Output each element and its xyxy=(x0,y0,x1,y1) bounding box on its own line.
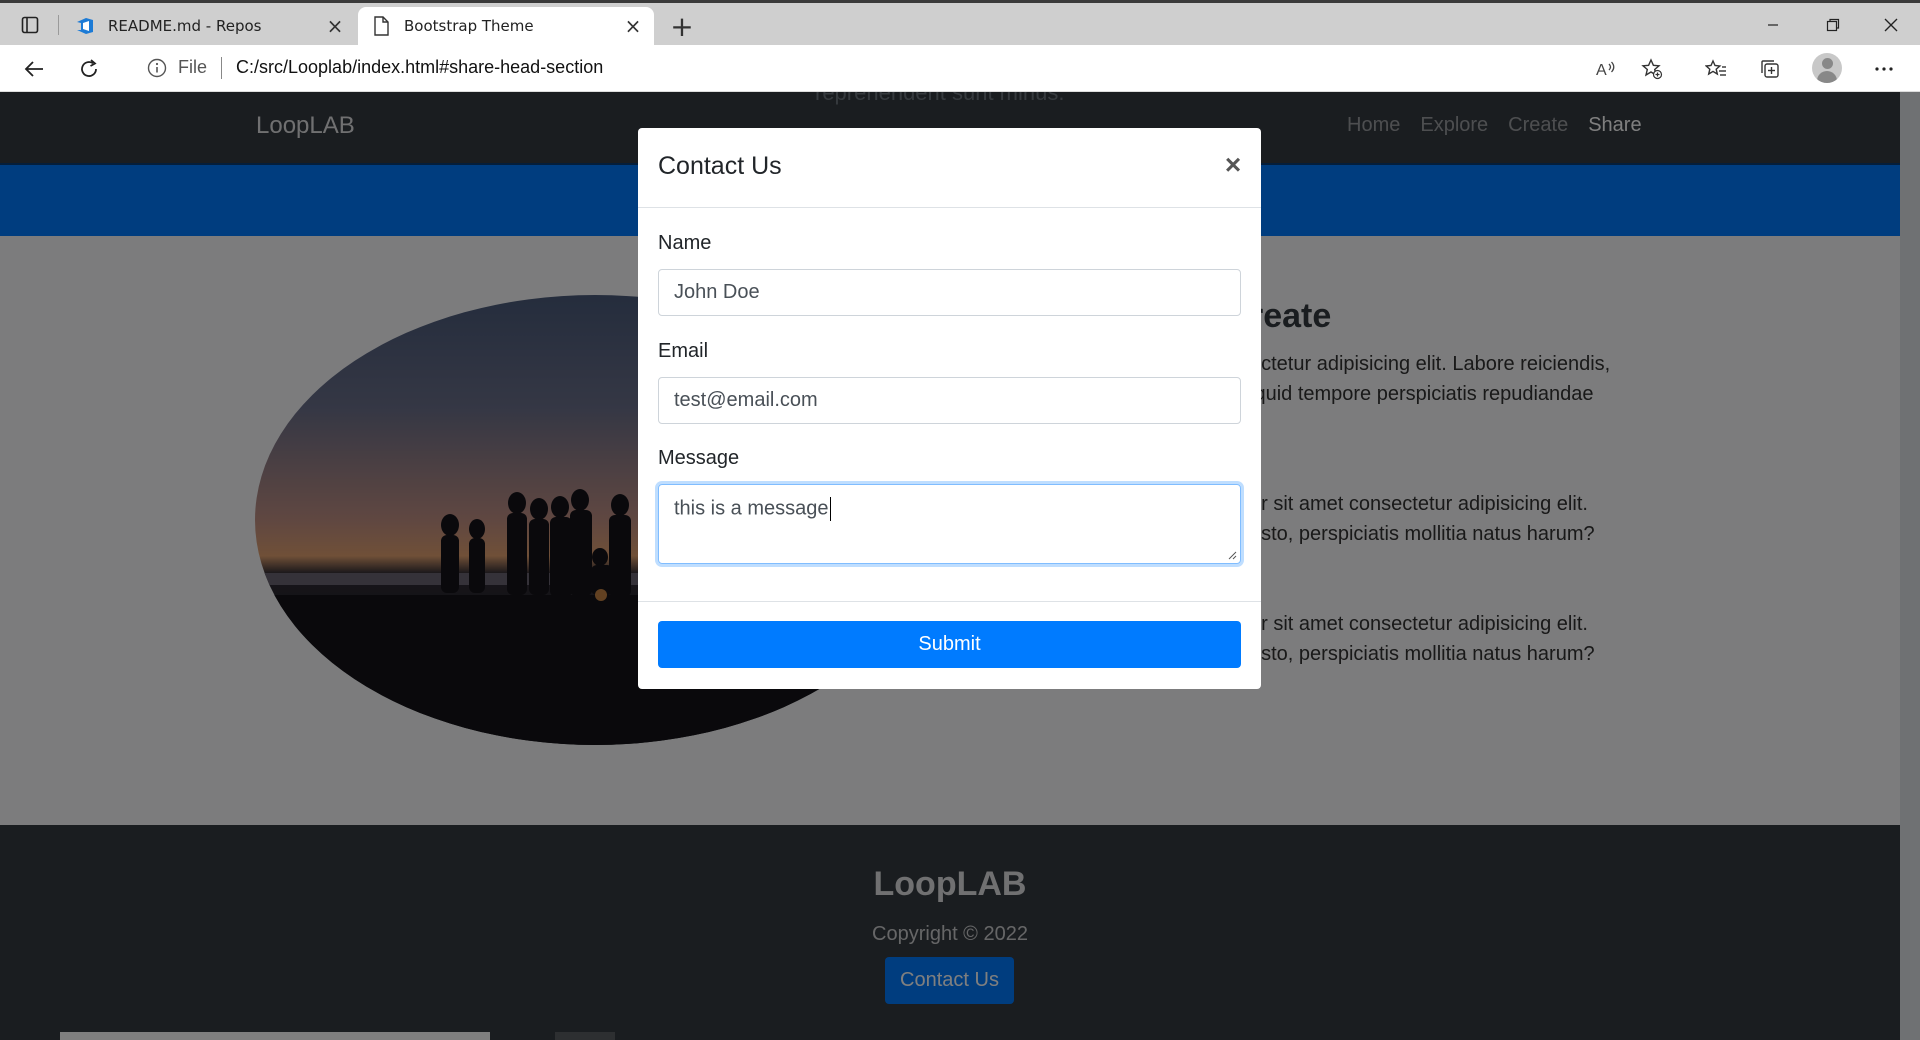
read-aloud-icon[interactable]: A xyxy=(1590,53,1622,85)
svg-text:A: A xyxy=(1596,62,1607,79)
file-scheme-label: File xyxy=(178,57,208,77)
address-divider xyxy=(221,56,223,79)
add-favorite-icon[interactable] xyxy=(1636,53,1668,85)
modal-header: Contact Us × xyxy=(638,128,1261,208)
text-caret xyxy=(829,497,831,521)
window-close-icon[interactable] xyxy=(1868,9,1914,41)
page-icon xyxy=(370,15,392,37)
message-label: Message xyxy=(658,447,740,469)
azure-devops-icon xyxy=(74,15,96,37)
tab-title: README.md - Repos xyxy=(108,17,262,35)
address-bar[interactable]: File C:/src/Looplab/index.html#share-hea… xyxy=(126,47,1658,88)
tab-readme[interactable]: README.md - Repos × xyxy=(62,7,356,45)
name-field-value: John Doe xyxy=(674,281,760,303)
modal-footer-divider xyxy=(638,601,1261,602)
name-field[interactable]: John Doe xyxy=(658,269,1241,316)
message-textarea[interactable]: this is a message xyxy=(658,484,1241,564)
email-field-value: test@email.com xyxy=(674,389,818,411)
profile-avatar[interactable] xyxy=(1812,53,1842,83)
more-options-icon[interactable] xyxy=(1868,53,1900,85)
close-icon[interactable]: × xyxy=(1218,149,1248,180)
name-label: Name xyxy=(658,232,712,254)
new-tab-icon[interactable]: + xyxy=(667,10,697,43)
modal-title: Contact Us xyxy=(658,152,782,180)
tab-title: Bootstrap Theme xyxy=(404,17,534,35)
minimize-icon[interactable] xyxy=(1750,9,1796,41)
message-textarea-value: this is a message xyxy=(674,497,829,520)
tab-actions-icon[interactable] xyxy=(18,13,42,37)
info-icon[interactable] xyxy=(146,57,168,79)
back-arrow-icon[interactable] xyxy=(18,53,50,85)
favorites-icon[interactable] xyxy=(1700,53,1732,85)
contact-modal: Contact Us × Name John Doe Email test@em… xyxy=(638,128,1261,689)
tab-separator xyxy=(58,15,59,35)
browser-tab-strip: README.md - Repos × Bootstrap Theme × + xyxy=(0,0,1920,45)
close-icon[interactable]: × xyxy=(324,14,346,38)
url-text[interactable]: C:/src/Looplab/index.html#share-head-sec… xyxy=(236,57,603,78)
email-label: Email xyxy=(658,340,709,362)
tab-bootstrap-theme[interactable]: Bootstrap Theme × xyxy=(358,7,654,45)
page-scrollbar[interactable] xyxy=(1900,92,1920,1040)
email-field[interactable]: test@email.com xyxy=(658,377,1241,424)
collections-icon[interactable] xyxy=(1754,53,1786,85)
browser-toolbar: File C:/src/Looplab/index.html#share-hea… xyxy=(0,45,1920,92)
close-icon[interactable]: × xyxy=(622,14,644,38)
resize-grip-icon[interactable] xyxy=(1227,550,1237,560)
submit-button[interactable]: Submit xyxy=(658,621,1241,668)
refresh-icon[interactable] xyxy=(73,53,105,85)
page-viewport: reprehenderit sunt minus. LoopLAB Home E… xyxy=(0,92,1920,1040)
restore-icon[interactable] xyxy=(1810,9,1856,41)
